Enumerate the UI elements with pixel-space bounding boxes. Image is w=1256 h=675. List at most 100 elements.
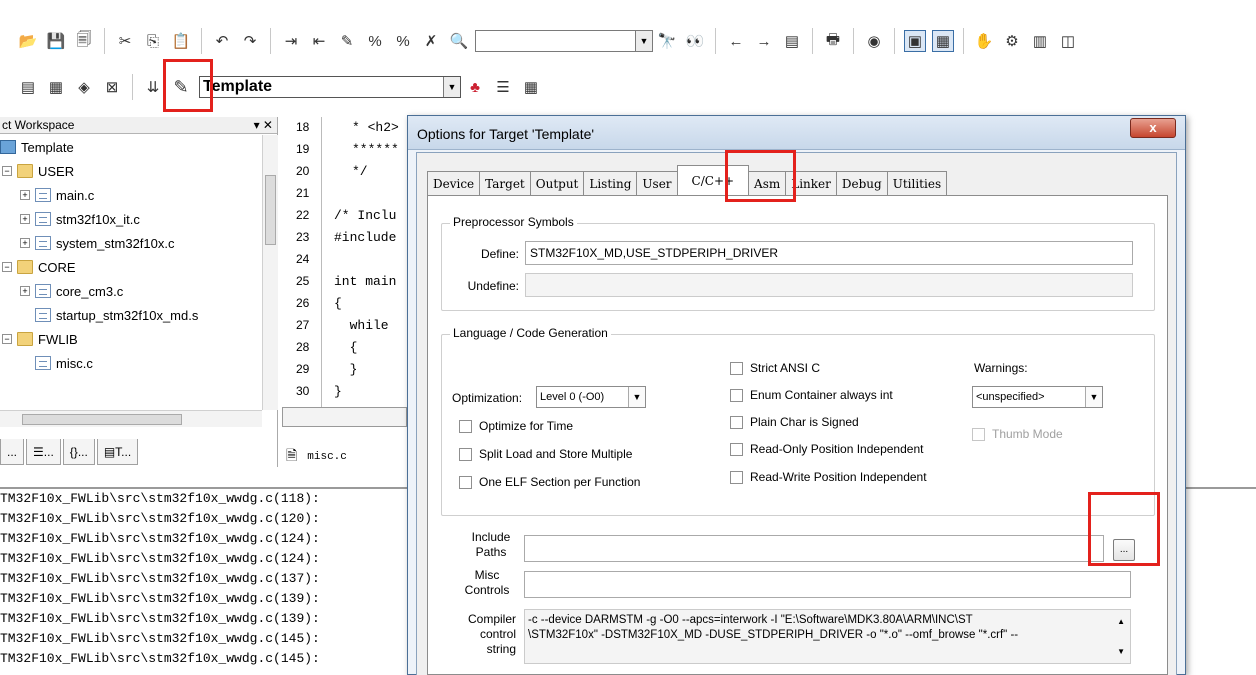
tree-item-misc-c[interactable]: misc.c: [35, 351, 93, 375]
checkbox-box[interactable]: [459, 419, 472, 433]
one-elf-section-checkbox[interactable]: One ELF Section per Function: [459, 475, 640, 489]
source-browser-icon[interactable]: ▤: [781, 30, 803, 52]
unindent-icon[interactable]: ⇤: [308, 30, 330, 52]
books-icon[interactable]: ▦: [520, 76, 542, 98]
workspace-horizontal-scrollbar[interactable]: [0, 410, 262, 427]
hand-icon[interactable]: ✋: [973, 30, 995, 52]
chevron-down-icon[interactable]: ▼: [635, 31, 652, 51]
workspace-vertical-scrollbar[interactable]: [262, 135, 278, 410]
checkbox-box[interactable]: [730, 361, 743, 375]
collapse-icon[interactable]: −: [2, 262, 12, 272]
components-icon[interactable]: ♣: [464, 76, 486, 98]
tab-debug[interactable]: Debug: [835, 171, 888, 195]
tab-device[interactable]: Device: [427, 171, 481, 195]
tree-item-user[interactable]: − USER: [2, 159, 74, 183]
scroll-down-icon[interactable]: ▼: [1117, 644, 1125, 659]
split-load-store-checkbox[interactable]: Split Load and Store Multiple: [459, 447, 632, 461]
indent-icon[interactable]: ⇥: [280, 30, 302, 52]
tree-item-main-c[interactable]: + main.c: [20, 183, 94, 207]
checkbox-box[interactable]: [730, 442, 743, 456]
misc-controls-input[interactable]: [524, 571, 1131, 598]
expand-icon[interactable]: +: [20, 286, 30, 296]
checkbox-box[interactable]: [459, 447, 472, 461]
optimize-for-time-checkbox[interactable]: Optimize for Time: [459, 419, 573, 433]
checkbox-box[interactable]: [972, 427, 985, 441]
define-input[interactable]: STM32F10X_MD,USE_STDPERIPH_DRIVER: [525, 241, 1133, 265]
expand-icon[interactable]: +: [20, 214, 30, 224]
incremental-find-icon[interactable]: 👀: [684, 30, 706, 52]
tree-item-system-stm32f10x-c[interactable]: + system_stm32f10x.c: [20, 231, 175, 255]
chevron-down-icon[interactable]: ▼: [1085, 387, 1102, 407]
translate-icon[interactable]: ▤: [17, 76, 39, 98]
checkbox-box[interactable]: [730, 388, 743, 402]
collapse-icon[interactable]: −: [2, 166, 12, 176]
tab-templates[interactable]: ▤ T...: [96, 439, 139, 465]
scroll-up-icon[interactable]: ▲: [1117, 614, 1125, 629]
paste-icon[interactable]: 📋: [170, 30, 192, 52]
project-window-icon[interactable]: ▣: [904, 30, 926, 52]
editor-tab-misc-c[interactable]: 🗎 misc.c: [282, 442, 347, 472]
template-icon[interactable]: ▥: [1029, 30, 1051, 52]
save-icon[interactable]: 💾: [45, 30, 67, 52]
scrollbar-thumb[interactable]: [22, 414, 182, 425]
comment-icon[interactable]: ✎: [336, 30, 358, 52]
workspace-close-icon[interactable]: ▾ ✕: [254, 118, 273, 132]
tree-item-core-cm3-c[interactable]: + core_cm3.c: [20, 279, 123, 303]
build-icon[interactable]: ▦: [45, 76, 67, 98]
find-in-files-icon[interactable]: 🔍: [448, 30, 470, 52]
copy-icon[interactable]: ⎘: [142, 30, 164, 52]
tab-listing[interactable]: Listing: [583, 171, 638, 195]
cut-icon[interactable]: ✂: [114, 30, 136, 52]
uncomment-icon[interactable]: %: [364, 30, 386, 52]
collapse-icon[interactable]: −: [2, 334, 12, 344]
open-folder-icon[interactable]: 📂: [17, 30, 39, 52]
back-arrow-icon[interactable]: ←: [725, 30, 747, 52]
bookmark-icon[interactable]: %: [392, 30, 414, 52]
forward-arrow-icon[interactable]: →: [753, 30, 775, 52]
tab-utilities[interactable]: Utilities: [886, 171, 948, 195]
dialog-titlebar[interactable]: Options for Target 'Template' x: [408, 116, 1185, 150]
strict-ansi-c-checkbox[interactable]: Strict ANSI C: [730, 361, 820, 375]
debug-start-icon[interactable]: ◉: [863, 30, 885, 52]
tab-project[interactable]: ...: [0, 439, 25, 465]
checkbox-box[interactable]: [459, 475, 472, 489]
tab-target[interactable]: Target: [479, 171, 531, 195]
undo-icon[interactable]: ↶: [211, 30, 233, 52]
chevron-down-icon[interactable]: ▼: [628, 387, 645, 407]
expand-icon[interactable]: +: [20, 190, 30, 200]
tree-item-startup-stm32f10x-md-s[interactable]: startup_stm32f10x_md.s: [35, 303, 198, 327]
plain-char-signed-checkbox[interactable]: Plain Char is Signed: [730, 415, 859, 429]
undefine-input[interactable]: [525, 273, 1133, 297]
optimization-select[interactable]: Level 0 (-O0) ▼: [536, 386, 646, 408]
editor-horizontal-scrollbar[interactable]: [282, 407, 407, 427]
file-extensions-icon[interactable]: ☰: [492, 76, 514, 98]
books-window-icon[interactable]: ▦: [932, 30, 954, 52]
expand-icon[interactable]: +: [20, 238, 30, 248]
read-only-position-independent-checkbox[interactable]: Read-Only Position Independent: [730, 442, 923, 456]
save-all-icon[interactable]: 🗐: [73, 30, 95, 52]
tab-output[interactable]: Output: [529, 171, 585, 195]
close-button[interactable]: x: [1130, 118, 1176, 138]
tree-item-fwlib[interactable]: − FWLIB: [2, 327, 78, 351]
tree-item-stm32f10x-it-c[interactable]: + stm32f10x_it.c: [20, 207, 140, 231]
print-icon[interactable]: 🖶: [822, 30, 844, 52]
stop-icon[interactable]: ◫: [1057, 30, 1079, 52]
tree-item-template[interactable]: Template: [0, 135, 74, 159]
thumb-mode-checkbox[interactable]: Thumb Mode: [972, 427, 1063, 441]
chevron-down-icon[interactable]: ▼: [443, 77, 460, 97]
include-paths-input[interactable]: [524, 535, 1104, 562]
find-combo[interactable]: ▼: [475, 30, 653, 52]
tab-functions[interactable]: {} ...: [62, 439, 95, 465]
tab-user[interactable]: User: [636, 171, 678, 195]
target-select[interactable]: Template ▼: [199, 76, 461, 98]
read-write-position-independent-checkbox[interactable]: Read-Write Position Independent: [730, 470, 927, 484]
tree-item-core[interactable]: − CORE: [2, 255, 76, 279]
clear-bookmark-icon[interactable]: ✗: [420, 30, 442, 52]
enum-container-checkbox[interactable]: Enum Container always int: [730, 388, 893, 402]
config-icon[interactable]: ⚙: [1001, 30, 1023, 52]
find-icon[interactable]: 🔭: [656, 30, 678, 52]
scrollbar-thumb[interactable]: [265, 175, 276, 245]
tab-books[interactable]: ☰ ...: [26, 439, 61, 465]
redo-icon[interactable]: ↷: [239, 30, 261, 52]
download-icon[interactable]: ⇊: [142, 76, 164, 98]
